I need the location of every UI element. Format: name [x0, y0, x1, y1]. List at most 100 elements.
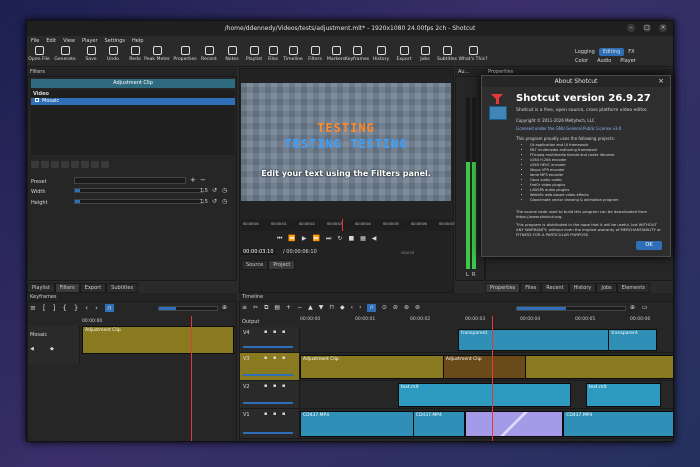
remove-icon[interactable]: − [297, 304, 302, 312]
scrub-icon[interactable]: ⊙ [382, 304, 387, 312]
keyframe-zoom-slider[interactable] [158, 306, 218, 311]
keyframe-lock-icon[interactable]: ◆ [50, 346, 54, 352]
menu-file[interactable]: File [31, 38, 39, 44]
track-volume-slider[interactable] [243, 374, 293, 376]
timeline-clip[interactable]: Adjustment Clip [442, 355, 526, 379]
close-icon[interactable]: × [659, 24, 667, 32]
marker-icon[interactable]: ◆ [340, 304, 345, 312]
append-icon[interactable]: + [286, 304, 291, 312]
snap-toggle-icon[interactable]: ∩ [367, 304, 376, 312]
lift-icon[interactable]: ▲ [308, 304, 313, 312]
lock-icon[interactable]: ▪ [282, 329, 285, 335]
bracket-left-icon[interactable]: [ [43, 304, 46, 312]
menu-icon[interactable]: ≡ [30, 304, 36, 312]
width-reset-icon[interactable]: ↺ [212, 187, 217, 194]
layout-audio[interactable]: Audio [597, 58, 611, 64]
right-tab-properties[interactable]: Properties [485, 283, 521, 293]
timecode[interactable]: 00:00:03:10 [241, 249, 276, 255]
layout-color[interactable]: Color [575, 58, 588, 64]
mute-icon[interactable]: ▪ [264, 411, 267, 417]
player-tab-project[interactable]: Project [268, 260, 296, 270]
move-down-button[interactable] [91, 161, 99, 168]
tab-subtitles[interactable]: Subtitles [106, 283, 139, 293]
toolbar-open-file[interactable]: Open File [27, 46, 51, 62]
snap-icon[interactable]: ∩ [104, 304, 115, 312]
keyframe-mute-icon[interactable]: ◀ [30, 346, 34, 352]
fast-forward-icon[interactable]: ⏩ [313, 235, 320, 243]
add-filter-button[interactable] [31, 161, 39, 168]
timeline-zoom-fit-icon[interactable]: ▭ [642, 304, 648, 311]
bracket-right-icon[interactable]: ] [53, 304, 56, 312]
keyframe-prev-icon[interactable]: ‹ [85, 304, 88, 312]
tab-filters[interactable]: Filters [54, 283, 80, 293]
about-close-icon[interactable]: × [658, 76, 664, 87]
toolbar-properties[interactable]: Properties [173, 46, 197, 62]
mute-icon[interactable]: ▪ [264, 383, 267, 389]
layout-player[interactable]: Player [620, 58, 636, 64]
remove-filter-button[interactable] [41, 161, 49, 168]
toolbar-generate[interactable]: Generate [53, 46, 77, 62]
timeline-ruler[interactable]: 00:00:00 00:00:01 00:00:02 00:00:03 00:00:04… [300, 317, 673, 325]
player-tab-source[interactable]: Source [241, 260, 269, 270]
track-volume-slider[interactable] [243, 402, 293, 404]
timeline-clip[interactable]: transparent [608, 329, 658, 351]
next-marker-icon[interactable]: › [359, 304, 361, 312]
mute-icon[interactable]: ▪ [264, 355, 267, 361]
copy-icon[interactable]: ⧉ [264, 304, 268, 312]
about-license[interactable]: Licensed under the GNU General Public Li… [516, 126, 621, 131]
grid-icon[interactable]: ▦ [360, 235, 366, 243]
move-up-button[interactable] [81, 161, 89, 168]
track-volume-slider[interactable] [243, 346, 293, 348]
copy-filter-button[interactable] [51, 161, 59, 168]
height-keyframe-icon[interactable]: ◷ [222, 198, 227, 205]
height-value[interactable]: 1.5 [200, 199, 208, 205]
toolbar-keyframes[interactable]: Keyframes [345, 46, 369, 62]
menu-view[interactable]: View [63, 38, 75, 44]
menu-settings[interactable]: Settings [105, 38, 126, 44]
lock-icon[interactable]: ▪ [282, 355, 285, 361]
toolbar-subtitles[interactable]: Subtitles [435, 46, 459, 62]
minimize-icon[interactable]: – [627, 24, 635, 32]
cut-icon[interactable]: ✂ [253, 304, 258, 312]
ripple-icon[interactable]: ⊘ [393, 304, 398, 312]
timeline-clip[interactable]: CD437.MP4 [563, 411, 673, 437]
skip-end-icon[interactable]: ⏭ [326, 235, 331, 243]
loop-icon[interactable]: ↻ [337, 235, 342, 243]
track-volume-slider[interactable] [243, 432, 293, 434]
toolbar-undo[interactable]: Undo [101, 46, 125, 62]
menu-player[interactable]: Player [82, 38, 98, 44]
menu-edit[interactable]: Edit [46, 38, 56, 44]
hide-icon[interactable]: ▪ [273, 355, 276, 361]
lock-icon[interactable]: ▪ [282, 411, 285, 417]
layout-fx[interactable]: FX [624, 48, 638, 56]
right-tab-recent[interactable]: Recent [541, 283, 569, 293]
right-tab-jobs[interactable]: Jobs [596, 283, 617, 293]
prev-marker-icon[interactable]: ‹ [351, 304, 353, 312]
toolbar-peak-meter[interactable]: Peak Meter [144, 46, 170, 62]
toolbar-what-s-this-[interactable]: What's This? [459, 46, 488, 62]
toolbar-notes[interactable]: Notes [220, 46, 244, 62]
maximize-icon[interactable]: □ [643, 24, 651, 32]
tab-playlist[interactable]: Playlist [27, 283, 55, 293]
lock-icon[interactable]: ▪ [282, 383, 285, 389]
keyframe-clip[interactable]: Adjustment Clip [82, 326, 234, 354]
player-ruler[interactable]: 00:00:00 00:00:01 00:00:02 00:00:03 00:00:04… [241, 219, 455, 231]
skip-start-icon[interactable]: ⏮ [277, 235, 282, 243]
toolbar-timeline[interactable]: Timeline [281, 46, 305, 62]
toolbar-history[interactable]: History [369, 46, 393, 62]
deselect-button[interactable] [101, 161, 109, 168]
split-icon[interactable]: ⊓ [329, 304, 334, 312]
player-playhead[interactable] [341, 219, 343, 231]
keyframe-playhead[interactable] [191, 316, 193, 441]
save-filter-button[interactable] [71, 161, 79, 168]
height-slider[interactable] [74, 199, 204, 204]
zoom-icon[interactable]: ■ [348, 235, 354, 243]
menu-help[interactable]: Help [132, 38, 143, 44]
timeline-playhead[interactable] [491, 316, 493, 441]
filter-checkbox[interactable] [35, 98, 39, 102]
layout-editing[interactable]: Editing [598, 48, 625, 56]
right-tab-history[interactable]: History [568, 283, 597, 293]
timeline-clip[interactable]: text.mlt [397, 383, 571, 407]
keyframe-next-icon[interactable]: › [95, 304, 98, 312]
rewind-icon[interactable]: ⏪ [288, 235, 295, 243]
